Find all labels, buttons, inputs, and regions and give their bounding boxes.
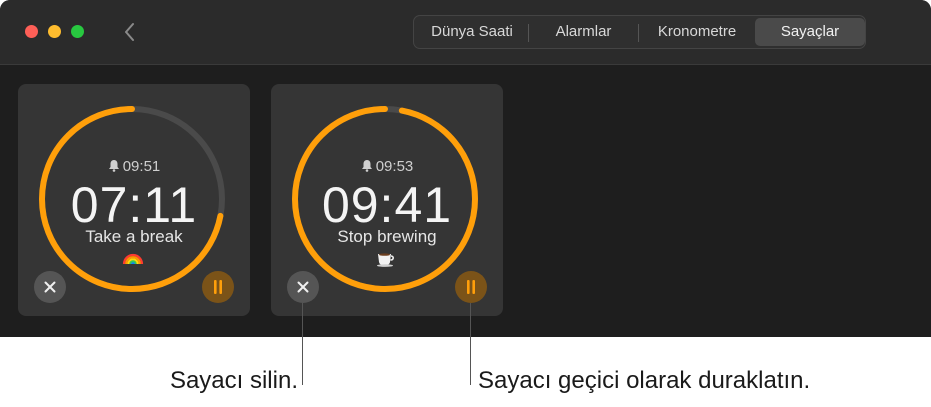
close-window-button[interactable] (25, 25, 38, 38)
bell-icon (361, 160, 372, 172)
callout-line-delete (302, 303, 303, 385)
chevron-left-icon (125, 23, 134, 41)
tab-world-clock[interactable]: Dünya Saati (416, 18, 528, 46)
callout-line-pause (470, 303, 471, 385)
close-icon (297, 281, 309, 293)
title-bar: Dünya Saati Alarmlar Kronometre Sayaçlar (0, 0, 931, 65)
remaining-time: 07:11 (70, 177, 198, 233)
timer-card[interactable]: 09:53 09:41 Stop brewing (271, 84, 503, 316)
timer-label: Stop brewing (337, 227, 437, 246)
view-tabs: Dünya Saati Alarmlar Kronometre Sayaçlar (413, 15, 866, 49)
alarm-time-text: 09:51 (122, 158, 161, 175)
alarm-time: 09:53 (271, 158, 503, 175)
tab-stopwatch[interactable]: Kronometre (639, 18, 755, 46)
bell-icon (108, 160, 119, 172)
callout-delete: Sayacı silin. (169, 367, 298, 394)
coffee-cup-icon (377, 253, 394, 267)
delete-timer-button[interactable] (287, 271, 319, 303)
zoom-window-button[interactable] (71, 25, 84, 38)
timer-card[interactable]: 09:51 07:11 Take a break (18, 84, 250, 316)
delete-timer-button[interactable] (34, 271, 66, 303)
pause-timer-button[interactable] (455, 271, 487, 303)
tab-timers[interactable]: Sayaçlar (755, 18, 865, 46)
back-button[interactable] (118, 18, 142, 46)
callout-pause: Sayacı geçici olarak duraklatın. (478, 367, 811, 394)
pause-icon (214, 280, 222, 294)
close-icon (44, 281, 56, 293)
clock-window: Dünya Saati Alarmlar Kronometre Sayaçlar… (0, 0, 931, 337)
rainbow-icon (122, 253, 144, 265)
alarm-time-text: 09:53 (375, 158, 414, 175)
minimize-window-button[interactable] (48, 25, 61, 38)
alarm-time: 09:51 (18, 158, 250, 175)
tab-alarms[interactable]: Alarmlar (529, 18, 638, 46)
remaining-time: 09:41 (321, 177, 453, 233)
pause-icon (467, 280, 475, 294)
pause-timer-button[interactable] (202, 271, 234, 303)
timer-label: Take a break (85, 227, 183, 246)
